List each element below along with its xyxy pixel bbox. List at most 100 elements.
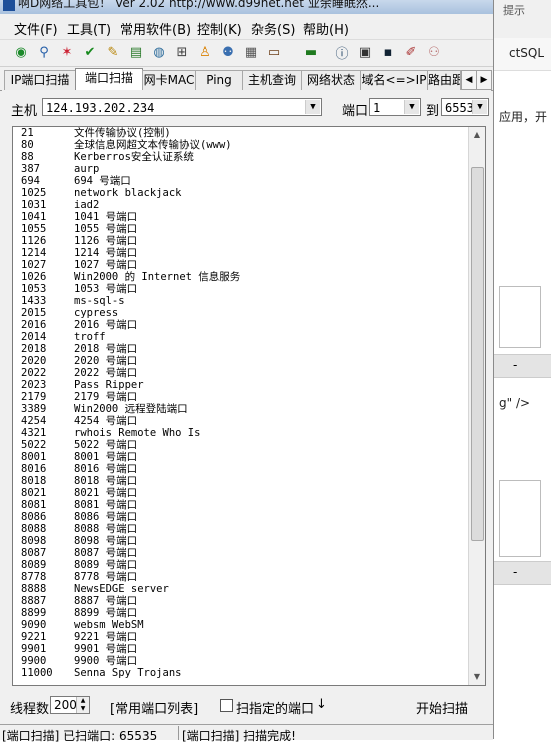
specified-ports-checkbox[interactable] <box>220 699 233 712</box>
background-text-area[interactable] <box>499 286 541 348</box>
list-item[interactable]: 1031 iad2 <box>13 199 467 211</box>
list-item[interactable]: 1214 1214 号端口 <box>13 247 467 259</box>
keyboard-icon[interactable]: ▭ <box>265 43 283 61</box>
scroll-up-icon[interactable]: ▲ <box>469 127 485 143</box>
tab-port-scan[interactable]: 端口扫描 <box>75 68 143 91</box>
list-item[interactable]: 8888 NewsEDGE server <box>13 583 467 595</box>
globe-icon[interactable]: ◍ <box>150 43 168 61</box>
list-item[interactable]: 8887 8887 号端口 <box>13 595 467 607</box>
title-bar[interactable]: 啊D网络工具包！ Ver 2.02 http://www.d99net.net … <box>0 0 493 14</box>
list-item[interactable]: 1433 ms-sql-s <box>13 295 467 307</box>
list-item[interactable]: 8018 8018 号端口 <box>13 475 467 487</box>
start-scan-button[interactable]: 开始扫描 <box>416 698 468 717</box>
computer-network-icon[interactable]: ⊞ <box>173 43 191 61</box>
info-icon[interactable]: ⓘ <box>333 43 351 62</box>
tab-network-status[interactable]: 网络状态 <box>301 70 361 90</box>
scroll-down-icon[interactable]: ▼ <box>469 669 485 685</box>
list-item[interactable]: 5022 5022 号端口 <box>13 439 467 451</box>
list-item[interactable]: 2014 troff <box>13 331 467 343</box>
arrow-down-icon[interactable]: ↓ <box>316 697 327 712</box>
tab-domain-ip[interactable]: 域名<=>IP <box>360 70 428 90</box>
list-item[interactable]: 1041 1041 号端口 <box>13 211 467 223</box>
menu-tools[interactable]: 工具(T) <box>67 19 111 38</box>
list-item[interactable]: 9901 9901 号端口 <box>13 643 467 655</box>
terminal-icon[interactable]: ▪ <box>379 43 397 61</box>
people-search-icon[interactable]: ⚉ <box>219 43 237 61</box>
port-from-combobox[interactable]: 1 ▼ <box>369 98 421 116</box>
list-item[interactable]: 8778 8778 号端口 <box>13 571 467 583</box>
list-item[interactable]: 1126 1126 号端口 <box>13 235 467 247</box>
chevron-down-icon[interactable]: ▼ <box>472 100 487 114</box>
tab-ip-port-scan[interactable]: IP端口扫描 <box>4 70 76 90</box>
check-icon[interactable]: ✔ <box>81 43 99 61</box>
server-icon[interactable]: ▦ <box>242 43 260 61</box>
list-item[interactable]: 9221 9221 号端口 <box>13 631 467 643</box>
tab-route-trace[interactable]: 路由跟踪 <box>427 70 461 90</box>
chevron-down-icon[interactable]: ▼ <box>404 100 419 114</box>
list-item[interactable]: 4254 4254 号端口 <box>13 415 467 427</box>
chart-icon[interactable]: ▤ <box>127 43 145 61</box>
list-item[interactable]: 2023 Pass Ripper <box>13 379 467 391</box>
person-icon[interactable]: ♙ <box>196 43 214 61</box>
pen-icon[interactable]: ✐ <box>402 43 420 61</box>
chevron-down-icon[interactable]: ▼ <box>305 100 320 114</box>
list-item[interactable]: 8087 8087 号端口 <box>13 547 467 559</box>
tab-host-query[interactable]: 主机查询 <box>242 70 302 90</box>
list-item[interactable]: 8021 8021 号端口 <box>13 487 467 499</box>
tool-icon[interactable]: ✎ <box>104 43 122 61</box>
menu-control[interactable]: 控制(K) <box>197 19 242 38</box>
spin-arrows-icon[interactable]: ▲ ▼ <box>76 697 89 713</box>
scan-results-list[interactable]: 21 文件传输协议(控制) 80 全球信息网超文本传输协议(www) 88 Kerberr… <box>12 126 486 686</box>
menu-common-software[interactable]: 常用软件(B) <box>120 19 191 38</box>
list-item[interactable]: 4321 rwhois Remote Who Is <box>13 427 467 439</box>
tab-ping[interactable]: Ping <box>195 70 243 90</box>
connect-icon[interactable]: ◉ <box>12 43 30 61</box>
list-item[interactable]: 1025 network blackjack <box>13 187 467 199</box>
list-item[interactable]: 2018 2018 号端口 <box>13 343 467 355</box>
list-item[interactable]: 8098 8098 号端口 <box>13 535 467 547</box>
list-item[interactable]: 1027 1027 号端口 <box>13 259 467 271</box>
port-to-combobox[interactable]: 65535 ▼ <box>441 98 489 116</box>
list-item[interactable]: 9900 9900 号端口 <box>13 655 467 667</box>
list-item[interactable]: 2179 2179 号端口 <box>13 391 467 403</box>
threads-spinbox[interactable]: 200 ▲ ▼ <box>50 696 90 714</box>
list-item[interactable]: 8016 8016 号端口 <box>13 463 467 475</box>
monitor-icon[interactable]: ▬ <box>302 43 320 61</box>
menu-misc[interactable]: 杂务(S) <box>251 19 295 38</box>
list-item[interactable]: 2022 2022 号端口 <box>13 367 467 379</box>
list-item[interactable]: 387 aurp <box>13 163 467 175</box>
tab-scroll-right-button[interactable]: ▶ <box>476 70 492 90</box>
list-item[interactable]: 1055 1055 号端口 <box>13 223 467 235</box>
list-item[interactable]: 3389 Win2000 远程登陆端口 <box>13 403 467 415</box>
network-icon[interactable]: ✶ <box>58 43 76 61</box>
menu-help[interactable]: 帮助(H) <box>303 19 349 38</box>
list-item[interactable]: 2020 2020 号端口 <box>13 355 467 367</box>
list-item[interactable]: 8086 8086 号端口 <box>13 511 467 523</box>
users-icon[interactable]: ⚇ <box>425 43 443 61</box>
list-item[interactable]: 88 Kerberros安全认证系统 <box>13 151 467 163</box>
host-combobox[interactable]: 124.193.202.234 ▼ <box>42 98 322 116</box>
list-item[interactable]: 2015 cypress <box>13 307 467 319</box>
list-item[interactable]: 11000 Senna Spy Trojans <box>13 667 467 679</box>
list-item[interactable]: 694 694 号端口 <box>13 175 467 187</box>
list-item[interactable]: 8899 8899 号端口 <box>13 607 467 619</box>
common-ports-link[interactable]: [常用端口列表] <box>110 698 198 717</box>
list-item[interactable]: 8081 8081 号端口 <box>13 499 467 511</box>
scrollbar-thumb[interactable] <box>471 167 484 541</box>
results-scrollbar[interactable]: ▲ ▼ <box>468 127 485 685</box>
background-text-area-2[interactable] <box>499 480 541 557</box>
list-item[interactable]: 8001 8001 号端口 <box>13 451 467 463</box>
screen-icon[interactable]: ▣ <box>356 43 374 61</box>
tab-scroll-left-button[interactable]: ◀ <box>461 70 477 90</box>
list-item[interactable]: 1053 1053 号端口 <box>13 283 467 295</box>
tab-nic-mac[interactable]: 网卡MAC <box>142 70 196 90</box>
list-item[interactable]: 2016 2016 号端口 <box>13 319 467 331</box>
search-icon[interactable]: ⚲ <box>35 43 53 61</box>
menu-file[interactable]: 文件(F) <box>14 19 58 38</box>
list-item[interactable]: 8088 8088 号端口 <box>13 523 467 535</box>
list-item[interactable]: 8089 8089 号端口 <box>13 559 467 571</box>
list-item[interactable]: 9090 websm WebSM <box>13 619 467 631</box>
list-item[interactable]: 80 全球信息网超文本传输协议(www) <box>13 139 467 151</box>
list-item[interactable]: 1026 Win2000 的 Internet 信息服务 <box>13 271 467 283</box>
list-item[interactable]: 21 文件传输协议(控制) <box>13 127 467 139</box>
